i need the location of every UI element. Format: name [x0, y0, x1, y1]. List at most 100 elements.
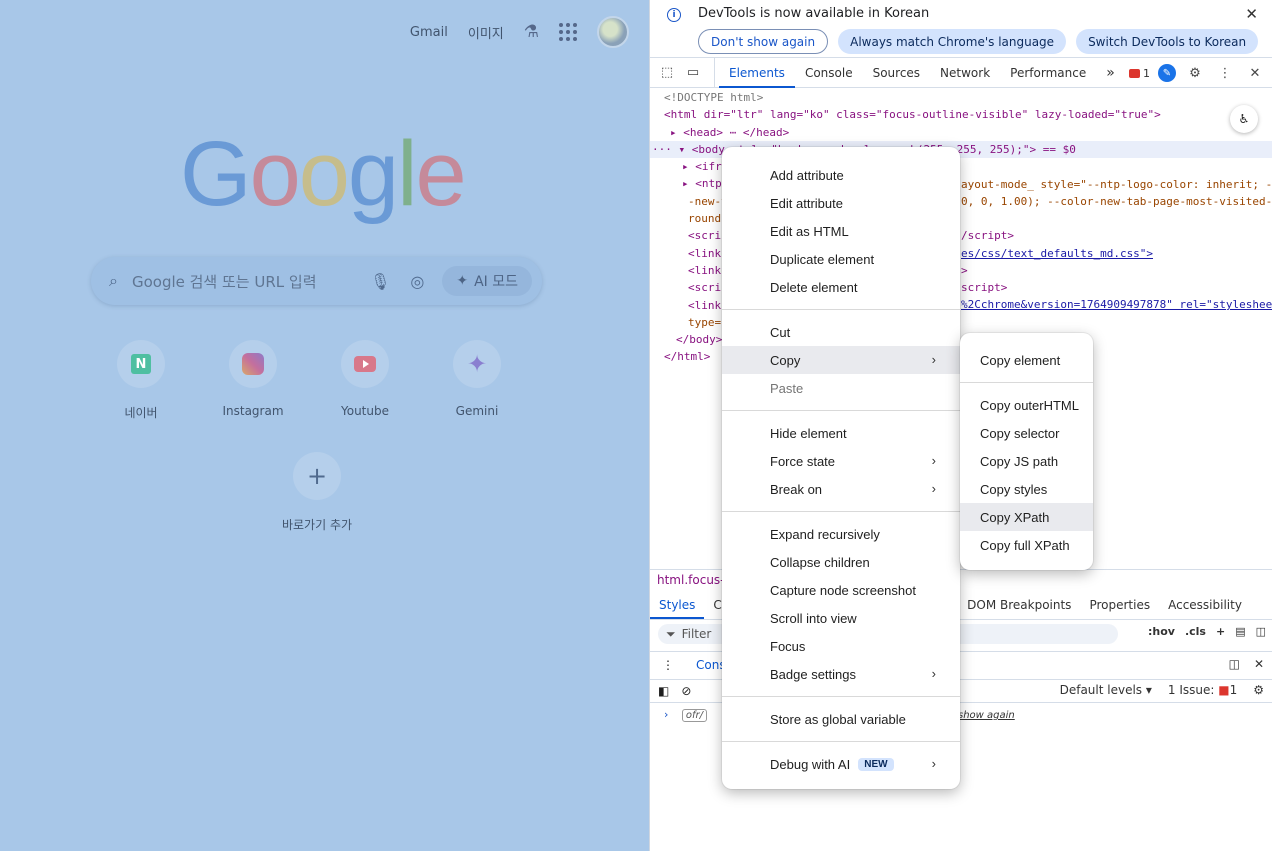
menu-item-capture-node-screenshot[interactable]: Capture node screenshot — [722, 576, 960, 604]
lens-search-icon[interactable]: ◎ — [410, 272, 424, 291]
search-box[interactable]: ⌕ Google 검색 또는 URL 입력 🎙 ◎ ✦ AI 모드 — [91, 257, 542, 305]
tab-styles[interactable]: Styles — [650, 593, 705, 619]
menu-item-focus[interactable]: Focus — [722, 632, 960, 660]
shortcut-label: 네이버 — [124, 406, 158, 420]
tab-console[interactable]: Console — [795, 58, 863, 88]
tab-sources[interactable]: Sources — [863, 58, 930, 88]
menu-item-copy[interactable]: Copy › — [722, 346, 960, 374]
chevron-right-icon: › — [931, 352, 936, 367]
dom-line[interactable]: ▸ <head> ⋯ </head> — [650, 124, 1272, 141]
shortcut-gemini[interactable]: ✦ Gemini — [429, 340, 525, 421]
menu-item-paste: Paste — [770, 380, 804, 396]
tab-accessibility[interactable]: Accessibility — [1159, 593, 1251, 619]
dom-link[interactable]: es/css/text_defaults_md.css"> — [961, 245, 1153, 262]
console-entry[interactable]: › ofr/ — [664, 708, 708, 722]
expand-icon[interactable]: › — [664, 708, 668, 721]
google-apps-icon[interactable] — [559, 23, 577, 41]
dom-link[interactable]: %2Cchrome&version=1764909497878" rel="st… — [961, 296, 1272, 313]
dock-icon[interactable]: ◫ — [1229, 657, 1240, 671]
console-settings-icon[interactable]: ⚙ — [1253, 683, 1264, 697]
labs-flask-icon[interactable]: ⚗ — [524, 22, 539, 42]
menu-item-collapse-children[interactable]: Collapse children — [722, 548, 960, 576]
shortcut-naver[interactable]: N 네이버 — [93, 340, 189, 421]
issues-counter[interactable]: 1 Issue: ■1 — [1168, 683, 1237, 697]
voice-search-icon[interactable]: 🎙 — [370, 272, 390, 291]
console-sidebar-icon[interactable]: ◧ — [658, 684, 669, 698]
more-tabs-icon[interactable]: » — [1096, 58, 1125, 88]
tab-dom-breakpoints[interactable]: DOM Breakpoints — [958, 593, 1080, 619]
tab-network[interactable]: Network — [930, 58, 1000, 88]
menu-item-copy-xpath[interactable]: Copy XPath — [960, 503, 1093, 531]
ai-sparkle-icon: ✦ — [456, 273, 469, 289]
menu-item-break-on[interactable]: Break on › — [722, 475, 960, 503]
menu-item-copy-full-xpath[interactable]: Copy full XPath — [960, 531, 1093, 559]
device-toolbar-icon[interactable]: ▭ — [682, 62, 704, 84]
tab-properties[interactable]: Properties — [1080, 593, 1159, 619]
close-drawer-icon[interactable]: ✕ — [1254, 657, 1264, 671]
top-links: Gmail 이미지 ⚗ — [410, 16, 629, 48]
menu-item-copy-js-path[interactable]: Copy JS path — [960, 447, 1093, 475]
menu-item-add-attribute[interactable]: Add attribute — [722, 161, 960, 189]
search-icon: ⌕ — [109, 271, 118, 290]
gear-icon[interactable]: ⚙ — [1184, 62, 1206, 84]
ai-mode-button[interactable]: ✦ AI 모드 — [442, 266, 532, 296]
shortcut-instagram[interactable]: Instagram — [205, 340, 301, 421]
hov-toggle[interactable]: :hov — [1148, 625, 1175, 638]
cls-toggle[interactable]: .cls — [1185, 625, 1206, 638]
dom-line[interactable]: <!DOCTYPE html> — [650, 89, 1272, 106]
ai-assistance-icon[interactable]: ✎ — [1158, 64, 1176, 82]
shortcut-tile — [341, 340, 389, 388]
info-icon: i — [667, 8, 681, 22]
dont-show-again-button[interactable]: Don't show again — [698, 29, 829, 54]
menu-item-badge-settings[interactable]: Badge settings › — [722, 660, 960, 688]
menu-item-copy-element[interactable]: Copy element — [960, 346, 1093, 374]
menu-item-copy-selector[interactable]: Copy selector — [960, 419, 1093, 447]
images-link[interactable]: 이미지 — [468, 23, 504, 42]
paint-icon[interactable]: ▤ — [1235, 625, 1245, 638]
close-devtools-icon[interactable]: ✕ — [1244, 62, 1266, 84]
shortcut-tile — [229, 340, 277, 388]
match-chrome-language-button[interactable]: Always match Chrome's language — [838, 29, 1067, 54]
close-icon[interactable]: ✕ — [1245, 5, 1258, 23]
error-badge[interactable]: 1 — [1129, 67, 1150, 80]
menu-item-debug-with-ai[interactable]: Debug with AI NEW › — [722, 750, 960, 778]
gmail-link[interactable]: Gmail — [410, 25, 448, 40]
chevron-right-icon: › — [931, 666, 936, 681]
sidebar-toggle-icon[interactable]: ◫ — [1256, 625, 1266, 638]
tab-performance[interactable]: Performance — [1000, 58, 1096, 88]
add-shortcut-button[interactable]: + 바로가기 추가 — [269, 452, 365, 533]
add-shortcut-label: 바로가기 추가 — [281, 518, 353, 532]
inspect-element-icon[interactable]: ⬚ — [656, 62, 678, 84]
context-menu: Add attribute Edit attribute Edit as HTM… — [722, 147, 960, 789]
menu-item-expand-recursively[interactable]: Expand recursively — [722, 520, 960, 548]
menu-item-edit-attribute[interactable]: Edit attribute — [722, 189, 960, 217]
menu-item-force-state[interactable]: Force state › — [722, 447, 960, 475]
clear-console-icon[interactable]: ⊘ — [681, 684, 691, 698]
dom-line[interactable]: <html dir="ltr" lang="ko" class="focus-o… — [650, 106, 1272, 123]
ai-mode-label: AI 모드 — [474, 274, 518, 290]
menu-item-store-as-global-variable[interactable]: Store as global variable — [722, 705, 960, 733]
menu-separator — [960, 382, 1093, 383]
menu-item-duplicate-element[interactable]: Duplicate element — [722, 245, 960, 273]
search-input[interactable]: Google 검색 또는 URL 입력 — [132, 271, 360, 292]
menu-item-scroll-into-view[interactable]: Scroll into view — [722, 604, 960, 632]
shortcut-label: Instagram — [222, 404, 284, 418]
menu-item-copy-styles[interactable]: Copy styles — [960, 475, 1093, 503]
menu-item-delete-element[interactable]: Delete element — [722, 273, 960, 301]
accessibility-tree-icon[interactable]: ♿ — [1230, 105, 1258, 133]
kebab-menu-icon[interactable]: ⋮ — [1214, 62, 1236, 84]
menu-item-copy-outerhtml[interactable]: Copy outerHTML — [960, 391, 1093, 419]
add-rule-icon[interactable]: + — [1216, 625, 1225, 638]
menu-item-hide-element[interactable]: Hide element — [722, 419, 960, 447]
default-levels-dropdown[interactable]: Default levels ▾ — [1060, 683, 1152, 697]
drawer-menu-icon[interactable]: ⋮ — [662, 658, 674, 672]
switch-to-korean-button[interactable]: Switch DevTools to Korean — [1076, 29, 1259, 54]
account-avatar[interactable] — [597, 16, 629, 48]
menu-item-edit-as-html[interactable]: Edit as HTML — [722, 217, 960, 245]
tab-elements[interactable]: Elements — [719, 58, 795, 88]
menu-separator — [722, 410, 960, 411]
error-icon — [1129, 68, 1140, 78]
menu-item-cut[interactable]: Cut — [722, 318, 960, 346]
console-show-again-link[interactable]: show again — [958, 710, 1015, 721]
shortcut-youtube[interactable]: Youtube — [317, 340, 413, 421]
